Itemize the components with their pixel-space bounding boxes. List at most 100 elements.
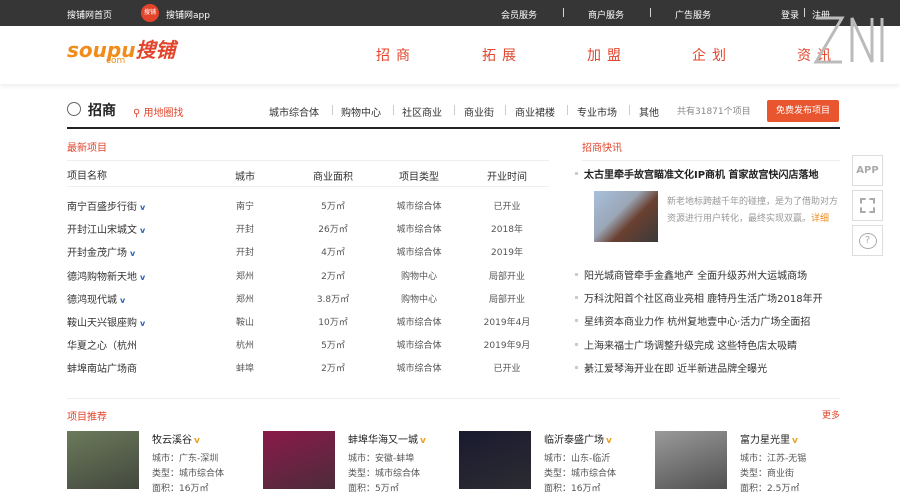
project-card[interactable]: 富力星光里 v 城市：江苏-无锡 类型：商业街 面积：2.5万㎡ bbox=[655, 431, 845, 494]
more-link[interactable]: 更多 bbox=[822, 408, 840, 421]
project-card[interactable]: 牧云溪谷 v 城市：广东-深圳 类型：城市综合体 面积：16万㎡ bbox=[67, 431, 257, 494]
app-download-button[interactable]: APP bbox=[852, 155, 883, 186]
news-item[interactable]: 阳光城商管牵手金鑫地产 全面升级苏州大运城商场 bbox=[574, 267, 807, 282]
project-area: 面积：2.5万㎡ bbox=[740, 484, 800, 494]
category-street[interactable]: 商业街 bbox=[464, 104, 494, 119]
cell-time: 已开业 bbox=[493, 202, 521, 212]
member-service-link[interactable]: 会员服务 bbox=[501, 8, 537, 21]
nav-jiameng[interactable]: 加盟 bbox=[587, 45, 627, 65]
category-complex[interactable]: 城市综合体 bbox=[269, 104, 319, 119]
location-pin-icon: ⚲ bbox=[133, 108, 141, 119]
cell-city: 鞍山 bbox=[235, 318, 255, 328]
cell-city: 郑州 bbox=[235, 294, 255, 305]
cell-time: 局部开业 bbox=[488, 294, 526, 305]
divider bbox=[629, 105, 630, 115]
news-image[interactable] bbox=[594, 191, 658, 242]
divider bbox=[67, 186, 549, 187]
project-image[interactable] bbox=[655, 431, 727, 489]
project-city: 城市：江苏-无锡 bbox=[740, 454, 807, 464]
news-title: 招商快讯 bbox=[582, 143, 622, 154]
project-card-title[interactable]: 临沂泰盛广场 v bbox=[544, 431, 612, 446]
divider bbox=[454, 105, 455, 115]
nav-zhaoshang[interactable]: 招商 bbox=[376, 45, 416, 65]
handshake-icon bbox=[67, 102, 81, 116]
project-image[interactable] bbox=[67, 431, 139, 489]
merchant-service-link[interactable]: 商户服务 bbox=[588, 8, 624, 21]
cell-area: 3.8万㎡ bbox=[316, 294, 350, 305]
project-name: 临沂泰盛广场 bbox=[544, 435, 604, 446]
project-card-title[interactable]: 富力星光里 v bbox=[740, 431, 798, 446]
cell-type: 城市综合体 bbox=[396, 318, 442, 328]
nav-qihua[interactable]: 企划 bbox=[692, 45, 732, 65]
project-image[interactable] bbox=[459, 431, 531, 489]
app-link[interactable]: 搜铺网app bbox=[166, 8, 210, 21]
project-area: 面积：5万㎡ bbox=[348, 484, 399, 494]
news-detail-link[interactable]: 详细 bbox=[811, 214, 829, 224]
project-type: 类型：城市综合体 bbox=[152, 469, 225, 479]
category-market[interactable]: 专业市场 bbox=[577, 104, 617, 119]
project-name: 牧云溪谷 bbox=[152, 435, 192, 446]
cell-type: 城市综合体 bbox=[396, 202, 442, 212]
project-name: 鞍山天兴银座购 bbox=[67, 318, 137, 329]
cell-type: 购物中心 bbox=[400, 294, 438, 305]
divider bbox=[393, 105, 394, 115]
login-link[interactable]: 登录 bbox=[781, 8, 799, 21]
home-link[interactable]: 搜铺网首页 bbox=[67, 8, 112, 21]
project-card-title[interactable]: 牧云溪谷 v bbox=[152, 431, 200, 446]
nav-tuozhan[interactable]: 拓展 bbox=[482, 45, 522, 65]
table-row-name[interactable]: 德鸿购物新天地 v bbox=[67, 268, 145, 283]
news-headline[interactable]: 太古里牵手故宫瞄准文化IP商机 首家故宫快闪店落地 bbox=[575, 166, 819, 181]
news-item[interactable]: 万科沈阳首个社区商业亮相 鹿特丹生活广场2018年开 bbox=[575, 290, 823, 305]
section-rule bbox=[67, 127, 840, 129]
verified-icon: v bbox=[140, 272, 146, 282]
verified-icon: v bbox=[420, 436, 426, 446]
cell-area: 2万㎡ bbox=[321, 271, 345, 282]
category-mall[interactable]: 购物中心 bbox=[341, 104, 381, 119]
project-image[interactable] bbox=[263, 431, 335, 489]
cell-area: 10万㎡ bbox=[318, 318, 348, 328]
verified-icon: v bbox=[140, 319, 146, 328]
news-item[interactable]: 上海来福士广场调整升级完成 这些特色店太吸睛 bbox=[574, 337, 797, 352]
project-card[interactable]: 蚌埠华海又一城 v 城市：安徽-蚌埠 类型：城市综合体 面积：5万㎡ bbox=[263, 431, 453, 494]
publish-project-button[interactable]: 免费发布项目 bbox=[767, 100, 839, 122]
divider: | bbox=[649, 8, 653, 18]
project-name: 开封江山宋城文 bbox=[67, 225, 137, 237]
map-search-link[interactable]: ⚲ 用地圈找 bbox=[133, 104, 184, 119]
table-row-name[interactable]: 开封江山宋城文 v bbox=[67, 221, 145, 236]
cell-type: 城市综合体 bbox=[396, 364, 442, 375]
category-community[interactable]: 社区商业 bbox=[402, 104, 442, 119]
project-area: 面积：16万㎡ bbox=[152, 484, 209, 494]
cell-time: 2019年4月 bbox=[483, 318, 531, 328]
news-item[interactable]: 綦江爱琴海开业在即 近半新进品牌全曝光 bbox=[574, 360, 767, 375]
divider bbox=[67, 160, 549, 161]
cell-city: 蚌埠 bbox=[235, 364, 255, 375]
project-name: 德鸿购物新天地 bbox=[67, 271, 137, 283]
table-row-name[interactable]: 蚌埠南站广场商 bbox=[67, 360, 137, 375]
table-row-name[interactable]: 南宁百盛步行街 v bbox=[67, 198, 145, 213]
project-name: 德鸿现代城 bbox=[67, 294, 117, 306]
project-city: 城市：山东-临沂 bbox=[544, 454, 611, 464]
project-card[interactable]: 临沂泰盛广场 v 城市：山东-临沂 类型：城市综合体 面积：16万㎡ bbox=[459, 431, 649, 494]
cell-time: 2019年9月 bbox=[483, 341, 531, 352]
qr-code-button[interactable] bbox=[852, 190, 883, 221]
cell-city: 南宁 bbox=[235, 202, 255, 212]
help-button[interactable]: ? bbox=[852, 225, 883, 256]
cell-type: 城市综合体 bbox=[396, 248, 442, 259]
news-desc-line: 资源进行用户转化，最终实现双赢。 bbox=[667, 214, 812, 224]
category-podium[interactable]: 商业裙楼 bbox=[515, 104, 555, 119]
project-city: 城市：广东-深圳 bbox=[152, 454, 219, 464]
project-type: 类型：城市综合体 bbox=[544, 469, 617, 479]
table-row-name[interactable]: 鞍山天兴银座购 v bbox=[67, 314, 145, 329]
cell-city: 郑州 bbox=[235, 271, 255, 282]
column-header: 城市 bbox=[235, 172, 255, 183]
table-row-name[interactable]: 开封金茂广场 v bbox=[67, 244, 135, 259]
project-card-title[interactable]: 蚌埠华海又一城 v bbox=[348, 431, 426, 446]
cell-time: 2019年 bbox=[491, 248, 523, 259]
ad-service-link[interactable]: 广告服务 bbox=[675, 8, 711, 21]
category-other[interactable]: 其他 bbox=[639, 104, 659, 119]
table-row-name[interactable]: 德鸿现代城 v bbox=[67, 291, 125, 306]
news-item[interactable]: 星纬资本商业力作 杭州复地壹中心·活力广场全面招 bbox=[574, 313, 810, 328]
table-row-name[interactable]: 华夏之心（杭州 bbox=[67, 337, 137, 352]
project-name: 富力星光里 bbox=[740, 435, 790, 446]
verified-icon: v bbox=[140, 203, 146, 212]
